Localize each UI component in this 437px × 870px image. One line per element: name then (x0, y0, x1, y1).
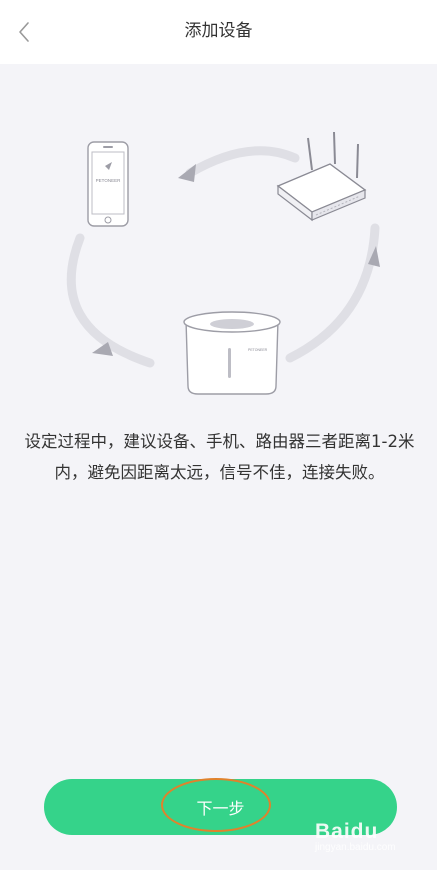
phone-brand-text: PETONEER (96, 178, 121, 183)
device-brand-text: PETONEER (248, 348, 268, 352)
phone-illustration: PETONEER (87, 141, 129, 227)
router-illustration (276, 131, 367, 222)
watermark-main: Baidu (315, 820, 379, 843)
fountain-device-illustration: PETONEER (183, 311, 281, 395)
setup-instruction-text: 设定过程中，建议设备、手机、路由器三者距离1-2米内，避免因距离太远，信号不佳，… (24, 432, 415, 482)
watermark-sub: jingyan.baidu.com (315, 842, 396, 853)
page-title: 添加设备 (184, 21, 253, 41)
add-device-page: 添加设备 PETONEER PETONEER 设定过程中，建议设备、手机、路由器… (0, 0, 437, 870)
connection-illustration: PETONEER PETONEER (66, 131, 380, 395)
arrow-device-to-phone (66, 233, 155, 368)
baidu-watermark: Baidu jingyan.baidu.com (315, 820, 411, 860)
arrow-router-to-device (285, 223, 380, 363)
header-bar: 添加设备 (0, 0, 437, 64)
arrow-phone-to-router (178, 146, 300, 182)
next-step-label: 下一步 (196, 799, 245, 818)
